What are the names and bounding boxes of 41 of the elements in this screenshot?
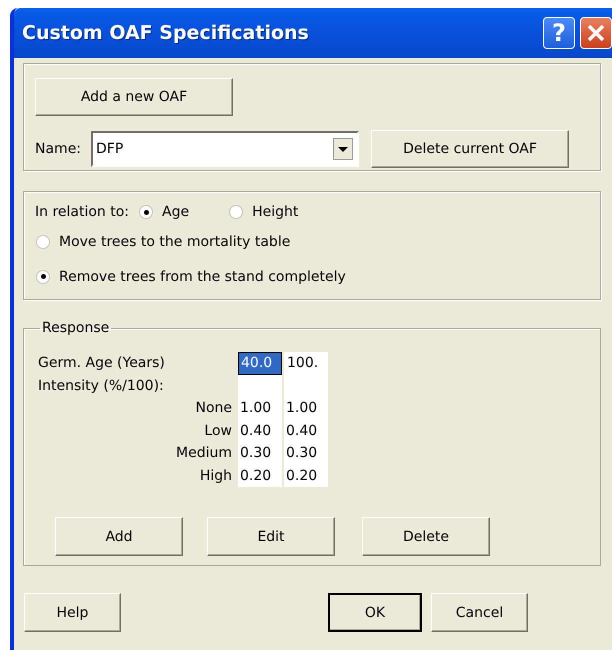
row-label: Intensity (%/100): bbox=[38, 376, 165, 396]
name-dropdown[interactable]: DFP bbox=[91, 131, 360, 167]
table-cell[interactable]: 40.0 bbox=[238, 352, 282, 374]
response-button[interactable]: Edit bbox=[207, 517, 335, 556]
table-cell-text: 0.30 bbox=[239, 444, 272, 463]
response-button[interactable]: Add bbox=[55, 517, 183, 556]
response-button[interactable]: Delete bbox=[362, 517, 490, 556]
dialog-button[interactable]: Cancel bbox=[431, 593, 528, 632]
group-title: Response bbox=[41, 320, 110, 336]
radio-button[interactable] bbox=[139, 205, 154, 219]
radio-button[interactable] bbox=[229, 205, 244, 219]
help-button[interactable]: ? bbox=[543, 17, 575, 49]
radio-button[interactable] bbox=[36, 270, 50, 284]
table-cell-text: 1.00 bbox=[285, 399, 318, 418]
row-label: High bbox=[198, 466, 232, 486]
table-cell-text: 0.20 bbox=[239, 466, 272, 486]
table-cell-text: 0.40 bbox=[239, 422, 272, 440]
radio-label[interactable]: Remove trees from the stand completely bbox=[59, 268, 346, 284]
window-title: Custom OAF Specifications bbox=[22, 22, 310, 44]
radio-label[interactable]: Age bbox=[162, 204, 190, 220]
radio-button[interactable] bbox=[36, 234, 50, 248]
table-cell-text: 1.00 bbox=[239, 399, 272, 418]
table-column[interactable]: 100. 1.00 0.40 0.30 0.20 bbox=[284, 352, 328, 487]
dialog-button[interactable]: OK bbox=[328, 593, 422, 632]
table-column[interactable]: 40.0 1.00 0.40 0.30 0.20 bbox=[238, 352, 282, 487]
field-label: In relation to: bbox=[35, 204, 130, 220]
close-icon bbox=[586, 23, 606, 43]
table-cell-text: 0.20 bbox=[285, 466, 318, 486]
row-label: Germ. Age (Years) bbox=[38, 354, 166, 373]
row-label: Low bbox=[203, 422, 232, 440]
row-label: None bbox=[194, 399, 232, 418]
close-button[interactable] bbox=[580, 17, 612, 49]
table-cell-text: 0.40 bbox=[285, 422, 318, 440]
radio-label[interactable]: Move trees to the mortality table bbox=[59, 234, 290, 250]
row-label: Medium bbox=[175, 444, 232, 463]
delete-current-button[interactable]: Delete current OAF bbox=[371, 130, 570, 168]
table-cell-text: 0.30 bbox=[285, 444, 318, 463]
field-label: Name: bbox=[35, 141, 82, 157]
add-button[interactable]: Add a new OAF bbox=[35, 78, 233, 116]
dialog-button[interactable]: Help bbox=[24, 593, 121, 632]
radio-label[interactable]: Height bbox=[252, 204, 298, 220]
